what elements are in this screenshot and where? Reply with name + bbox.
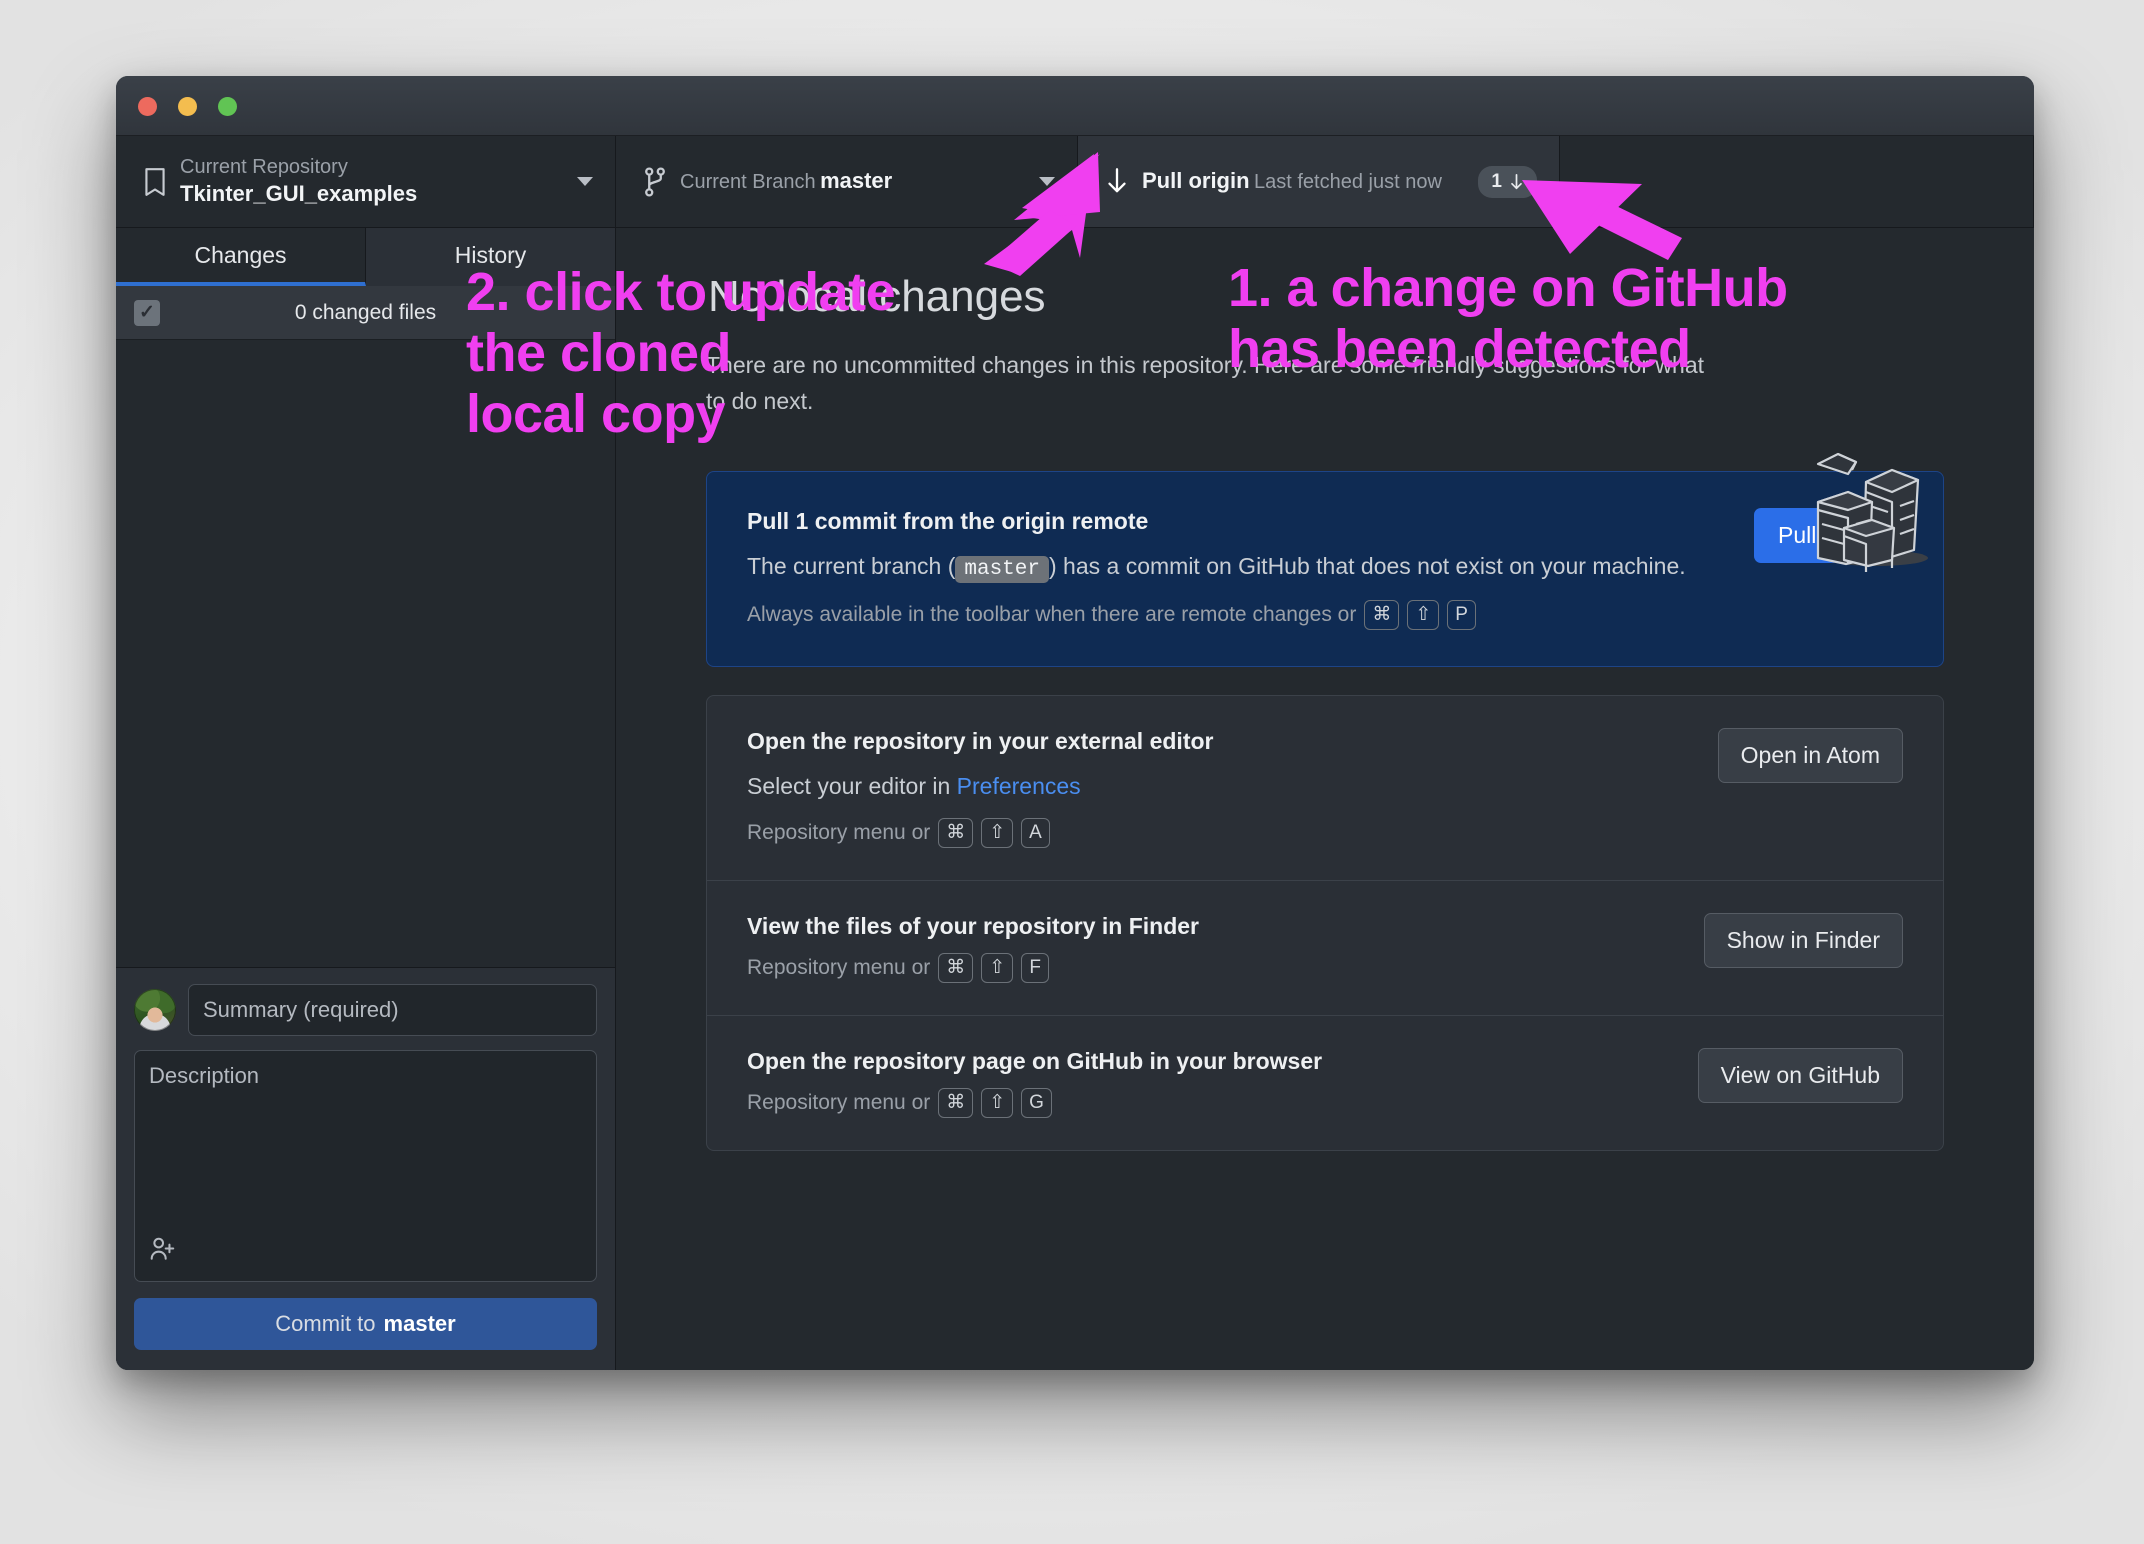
- summary-input[interactable]: Summary (required): [188, 984, 597, 1036]
- tab-changes-label: Changes: [194, 241, 287, 268]
- chevron-down-icon: [1039, 177, 1055, 186]
- page-title: No local changes: [708, 272, 1046, 321]
- open-external-editor-title: Open the repository in your external edi…: [747, 727, 1214, 754]
- kbd-command-icon: ⌘: [938, 817, 974, 848]
- current-branch-button[interactable]: Current Branch master: [616, 136, 1078, 227]
- desc-pre: Select your editor in: [747, 772, 957, 799]
- view-on-github-footer: Repository menu or ⌘ ⇧ G: [747, 1087, 1670, 1118]
- kbd-shift-icon: ⇧: [1407, 599, 1440, 630]
- view-on-github-button[interactable]: View on GitHub: [1697, 1047, 1903, 1103]
- view-on-github-footer-text: Repository menu or: [747, 1090, 931, 1114]
- changed-files-count: 0 changed files: [294, 300, 437, 324]
- branch-code-chip: master: [955, 556, 1049, 584]
- preferences-link[interactable]: Preferences: [957, 773, 1081, 799]
- tab-history-label: History: [454, 241, 527, 268]
- current-repository-label: Current Repository: [180, 155, 348, 178]
- pull-origin-subtitle: Last fetched just now: [1254, 171, 1442, 194]
- arrow-down-icon: [1100, 167, 1134, 197]
- repository-icon: [138, 167, 172, 197]
- description-placeholder: Description: [149, 1063, 260, 1088]
- changed-files-list[interactable]: [116, 340, 615, 968]
- pull-origin-title: Pull origin: [1142, 168, 1250, 194]
- pull-count-badge: 1: [1478, 165, 1537, 198]
- main-split: Changes History ✓ 0 changed files Summar…: [116, 228, 2034, 1370]
- kbd-shift-icon: ⇧: [981, 1087, 1014, 1118]
- avatar: [134, 989, 176, 1031]
- show-in-finder-footer-text: Repository menu or: [747, 955, 931, 979]
- commit-button-branch: master: [383, 1311, 456, 1336]
- stack-of-papers-illustration: [1804, 440, 1932, 577]
- select-all-checkbox[interactable]: ✓: [134, 299, 160, 326]
- kbd-shift-icon: ⇧: [981, 952, 1014, 983]
- pull-origin-card-footer: Always available in the toolbar when the…: [747, 599, 1726, 630]
- pull-origin-card-footer-text: Always available in the toolbar when the…: [747, 602, 1357, 626]
- view-on-github-item: Open the repository page on GitHub in yo…: [707, 1016, 1943, 1150]
- open-external-editor-description: Select your editor in Preferences: [747, 768, 1690, 805]
- page-subtitle: There are no uncommitted changes in this…: [706, 352, 1705, 414]
- sidebar-tabbar: Changes History: [116, 228, 615, 286]
- commit-form: Summary (required) Description Commit to…: [116, 968, 615, 1370]
- pull-origin-card-title: Pull 1 commit from the origin remote: [747, 508, 1149, 535]
- show-in-finder-title: View the files of your repository in Fin…: [747, 912, 1199, 939]
- desc-pre: The current branch (: [747, 553, 956, 580]
- pull-origin-card: Pull 1 commit from the origin remote The…: [706, 471, 1944, 667]
- kbd-letter: G: [1021, 1087, 1052, 1118]
- current-repository-button[interactable]: Current Repository Tkinter_GUI_examples: [116, 136, 616, 227]
- pull-count-value: 1: [1491, 170, 1502, 192]
- open-external-editor-footer: Repository menu or ⌘ ⇧ A: [747, 817, 1690, 848]
- close-window-button[interactable]: [138, 97, 157, 116]
- open-in-atom-button[interactable]: Open in Atom: [1717, 727, 1903, 783]
- add-coauthor-icon[interactable]: [149, 1235, 177, 1269]
- kbd-letter: P: [1447, 599, 1476, 630]
- github-desktop-window: Current Repository Tkinter_GUI_examples …: [116, 76, 2034, 1370]
- changes-sidebar: Changes History ✓ 0 changed files Summar…: [116, 228, 616, 1370]
- branch-icon: [638, 166, 672, 197]
- current-branch-value: master: [820, 168, 893, 194]
- commit-to-branch-button[interactable]: Commit to master: [134, 1298, 597, 1350]
- current-branch-label: Current Branch: [680, 171, 816, 194]
- pull-origin-toolbar-button[interactable]: Pull origin Last fetched just now 1: [1078, 136, 1560, 227]
- suggestions-card-group: Open the repository in your external edi…: [706, 694, 1944, 1151]
- kbd-letter: F: [1021, 952, 1050, 983]
- tab-changes[interactable]: Changes: [116, 228, 366, 286]
- show-in-finder-footer: Repository menu or ⌘ ⇧ F: [747, 952, 1676, 983]
- commit-button-prefix: Commit to: [275, 1311, 376, 1336]
- kbd-letter: A: [1021, 817, 1050, 848]
- chevron-down-icon: [577, 177, 593, 186]
- pull-origin-card-description: The current branch (master) has a commit…: [747, 548, 1726, 587]
- kbd-command-icon: ⌘: [938, 952, 974, 983]
- arrow-down-icon: [1511, 173, 1522, 189]
- current-repository-value: Tkinter_GUI_examples: [180, 180, 418, 206]
- checkmark-icon: ✓: [139, 302, 155, 323]
- app-toolbar: Current Repository Tkinter_GUI_examples …: [116, 136, 2034, 228]
- minimize-window-button[interactable]: [178, 97, 197, 116]
- description-input[interactable]: Description: [134, 1050, 597, 1282]
- no-changes-panel: No local changes There are no uncommitte…: [616, 228, 2034, 1370]
- tab-history[interactable]: History: [366, 228, 615, 286]
- kbd-command-icon: ⌘: [1364, 599, 1400, 630]
- zoom-window-button[interactable]: [218, 97, 237, 116]
- changed-files-header: ✓ 0 changed files: [116, 286, 615, 340]
- window-titlebar: [116, 76, 2034, 136]
- show-in-finder-button[interactable]: Show in Finder: [1703, 912, 1903, 968]
- view-on-github-title: Open the repository page on GitHub in yo…: [747, 1047, 1323, 1074]
- toolbar-filler: [1560, 136, 2034, 227]
- open-external-editor-footer-text: Repository menu or: [747, 820, 931, 844]
- show-in-finder-item: View the files of your repository in Fin…: [707, 881, 1943, 1016]
- desc-post: ) has a commit on GitHub that does not e…: [1049, 553, 1686, 580]
- kbd-shift-icon: ⇧: [981, 817, 1014, 848]
- kbd-command-icon: ⌘: [938, 1087, 974, 1118]
- open-external-editor-item: Open the repository in your external edi…: [707, 696, 1943, 881]
